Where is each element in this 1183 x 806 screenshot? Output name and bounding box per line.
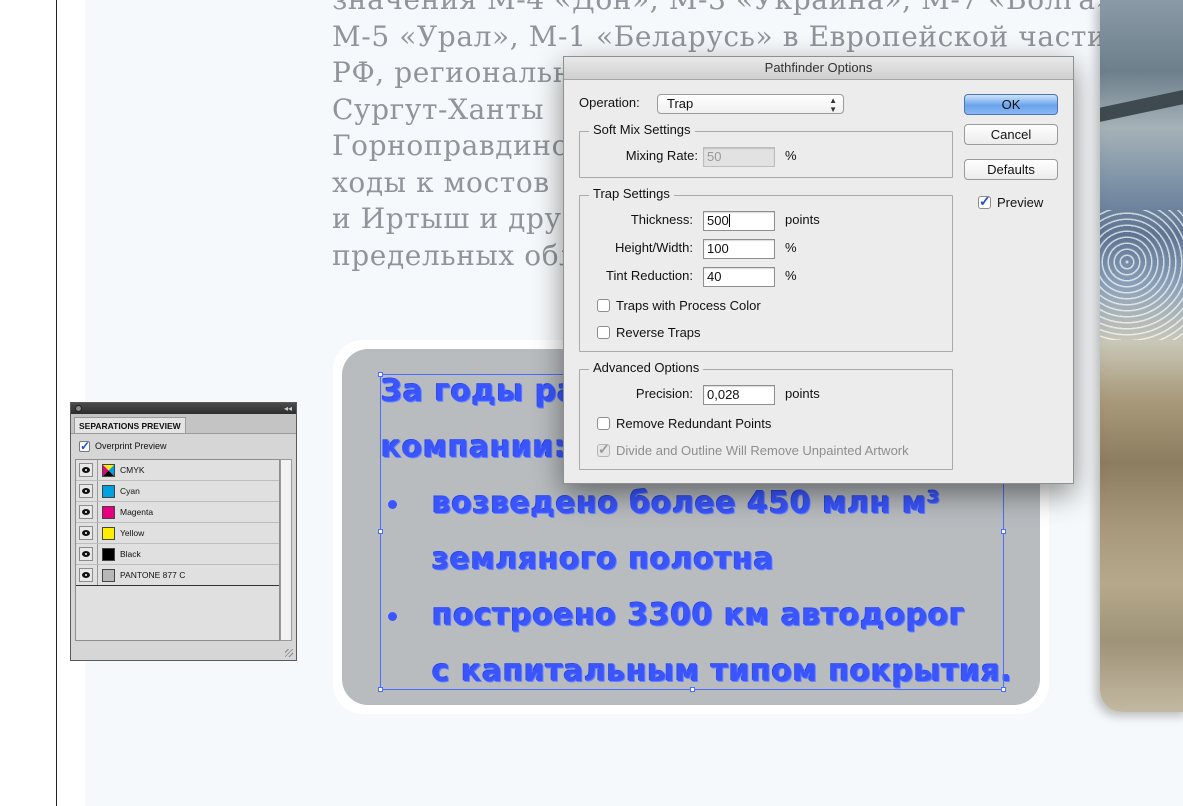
mixing-rate-label: Mixing Rate:	[625, 148, 698, 163]
separation-name: CMYK	[120, 465, 145, 475]
selection-handle[interactable]	[690, 687, 695, 692]
body-text-line: М-5 «Урал», М-1 «Беларусь» в Европейской…	[332, 19, 1107, 53]
aerial-photo	[1100, 0, 1183, 712]
checkmark-icon: ✓	[80, 438, 91, 453]
photo-water	[1100, 210, 1183, 340]
remove-redundant-points-checkbox[interactable]: Remove Redundant Points	[597, 416, 771, 431]
mixing-rate-unit: %	[785, 148, 797, 163]
up-down-arrows-icon: ▲ ▼	[829, 96, 837, 114]
separation-row-cmyk[interactable]: CMYK	[76, 460, 279, 481]
reverse-traps-label: Reverse Traps	[616, 325, 701, 340]
eye-icon[interactable]	[79, 526, 93, 540]
eye-icon[interactable]	[79, 505, 93, 519]
separation-row-magenta[interactable]: Magenta	[76, 502, 279, 523]
cmyk-composite-icon	[102, 463, 115, 477]
soft-mix-title: Soft Mix Settings	[589, 122, 695, 137]
operation-value: Trap	[667, 96, 694, 111]
overprint-preview-label: Overprint Preview	[95, 441, 167, 451]
swatch-icon	[102, 568, 115, 582]
selection-handle[interactable]	[1001, 687, 1006, 692]
eye-icon[interactable]	[79, 484, 93, 498]
checkbox-icon[interactable]: ✓	[79, 438, 91, 453]
page-edge-line	[56, 0, 57, 806]
separation-name: Yellow	[120, 528, 145, 538]
tint-reduction-field[interactable]: 40	[703, 267, 775, 287]
preview-label: Preview	[997, 195, 1044, 210]
reverse-traps-checkbox[interactable]: Reverse Traps	[597, 325, 701, 340]
eye-icon[interactable]	[79, 547, 93, 561]
trap-settings-title: Trap Settings	[589, 186, 674, 201]
tint-reduction-unit: %	[785, 268, 797, 283]
selection-handle[interactable]	[378, 529, 383, 534]
traps-process-color-label: Traps with Process Color	[616, 298, 761, 313]
photo-road	[1100, 80, 1183, 124]
panel-tab-row: SEPARATIONS PREVIEW	[71, 414, 296, 434]
separation-row-yellow[interactable]: Yellow	[76, 523, 279, 544]
preview-checkbox[interactable]: ✓ Preview	[978, 193, 1044, 210]
separations-preview-panel: ◂◂ SEPARATIONS PREVIEW ✓ Overprint Previ…	[70, 402, 297, 661]
swatch-icon	[102, 484, 115, 498]
tint-reduction-label: Tint Reduction:	[606, 268, 693, 283]
swatch-icon	[102, 526, 115, 540]
separation-row-pantone[interactable]: PANTONE 877 C	[76, 565, 279, 586]
divide-outline-label: Divide and Outline Will Remove Unpainted…	[616, 443, 909, 458]
divide-outline-checkbox: ✓ Divide and Outline Will Remove Unpaint…	[597, 441, 909, 458]
thickness-label: Thickness:	[630, 212, 693, 227]
separation-name: Black	[120, 549, 141, 559]
defaults-button[interactable]: Defaults	[964, 159, 1058, 180]
overprint-preview-checkbox[interactable]: ✓ Overprint Preview	[79, 439, 167, 453]
checkmark-icon: ✓	[598, 441, 610, 457]
thickness-field[interactable]: 500	[703, 211, 775, 231]
pathfinder-options-dialog: Pathfinder Options Operation: Trap ▲ ▼ So…	[563, 56, 1074, 484]
tab-separations-preview[interactable]: SEPARATIONS PREVIEW	[74, 417, 186, 433]
resize-grip-icon[interactable]	[285, 649, 293, 657]
advanced-options-title: Advanced Options	[589, 360, 704, 375]
checkmark-icon: ✓	[979, 193, 991, 209]
panel-scrollbar[interactable]	[280, 459, 292, 641]
separation-row-black[interactable]: Black	[76, 544, 279, 565]
checkbox-icon[interactable]	[597, 417, 610, 430]
height-width-field[interactable]: 100	[703, 239, 775, 259]
checkbox-icon[interactable]	[597, 299, 610, 312]
checkbox-icon[interactable]: ✓	[978, 193, 991, 209]
remove-redundant-points-label: Remove Redundant Points	[616, 416, 772, 431]
precision-unit: points	[785, 386, 820, 401]
dialog-title[interactable]: Pathfinder Options	[564, 57, 1073, 80]
checkbox-icon[interactable]	[597, 326, 610, 339]
separation-row-cyan[interactable]: Cyan	[76, 481, 279, 502]
eye-icon[interactable]	[79, 568, 93, 582]
swatch-icon	[102, 505, 115, 519]
separation-name: Cyan	[120, 486, 140, 496]
cancel-button[interactable]: Cancel	[964, 124, 1058, 145]
traps-process-color-checkbox[interactable]: Traps with Process Color	[597, 298, 761, 313]
separation-name: Magenta	[120, 507, 154, 517]
separation-name: PANTONE 877 C	[120, 570, 186, 580]
checkbox-icon: ✓	[597, 441, 610, 457]
precision-field[interactable]: 0,028	[703, 385, 775, 405]
body-text-line: значения М-4 «Дон», М-3 «Украина», М-7 «…	[332, 0, 1122, 19]
ok-button[interactable]: OK	[964, 94, 1058, 115]
eye-icon[interactable]	[79, 463, 93, 477]
operation-label: Operation:	[579, 95, 640, 110]
operation-select[interactable]: Trap ▲ ▼	[657, 94, 844, 114]
swatch-icon	[102, 547, 115, 561]
selection-handle[interactable]	[1001, 529, 1006, 534]
panel-titlebar[interactable]: ◂◂	[71, 403, 296, 414]
close-icon[interactable]	[75, 405, 82, 412]
separations-list: CMYK Cyan Magenta Yellow Black PANTONE 8…	[75, 459, 280, 641]
selection-handle[interactable]	[378, 687, 383, 692]
collapse-icon[interactable]: ◂◂	[284, 403, 292, 414]
thickness-unit: points	[785, 212, 820, 227]
mixing-rate-field: 50	[703, 147, 775, 167]
height-width-unit: %	[785, 240, 797, 255]
precision-label: Precision:	[635, 386, 693, 401]
height-width-label: Height/Width:	[614, 240, 693, 255]
selection-handle[interactable]	[378, 372, 383, 377]
